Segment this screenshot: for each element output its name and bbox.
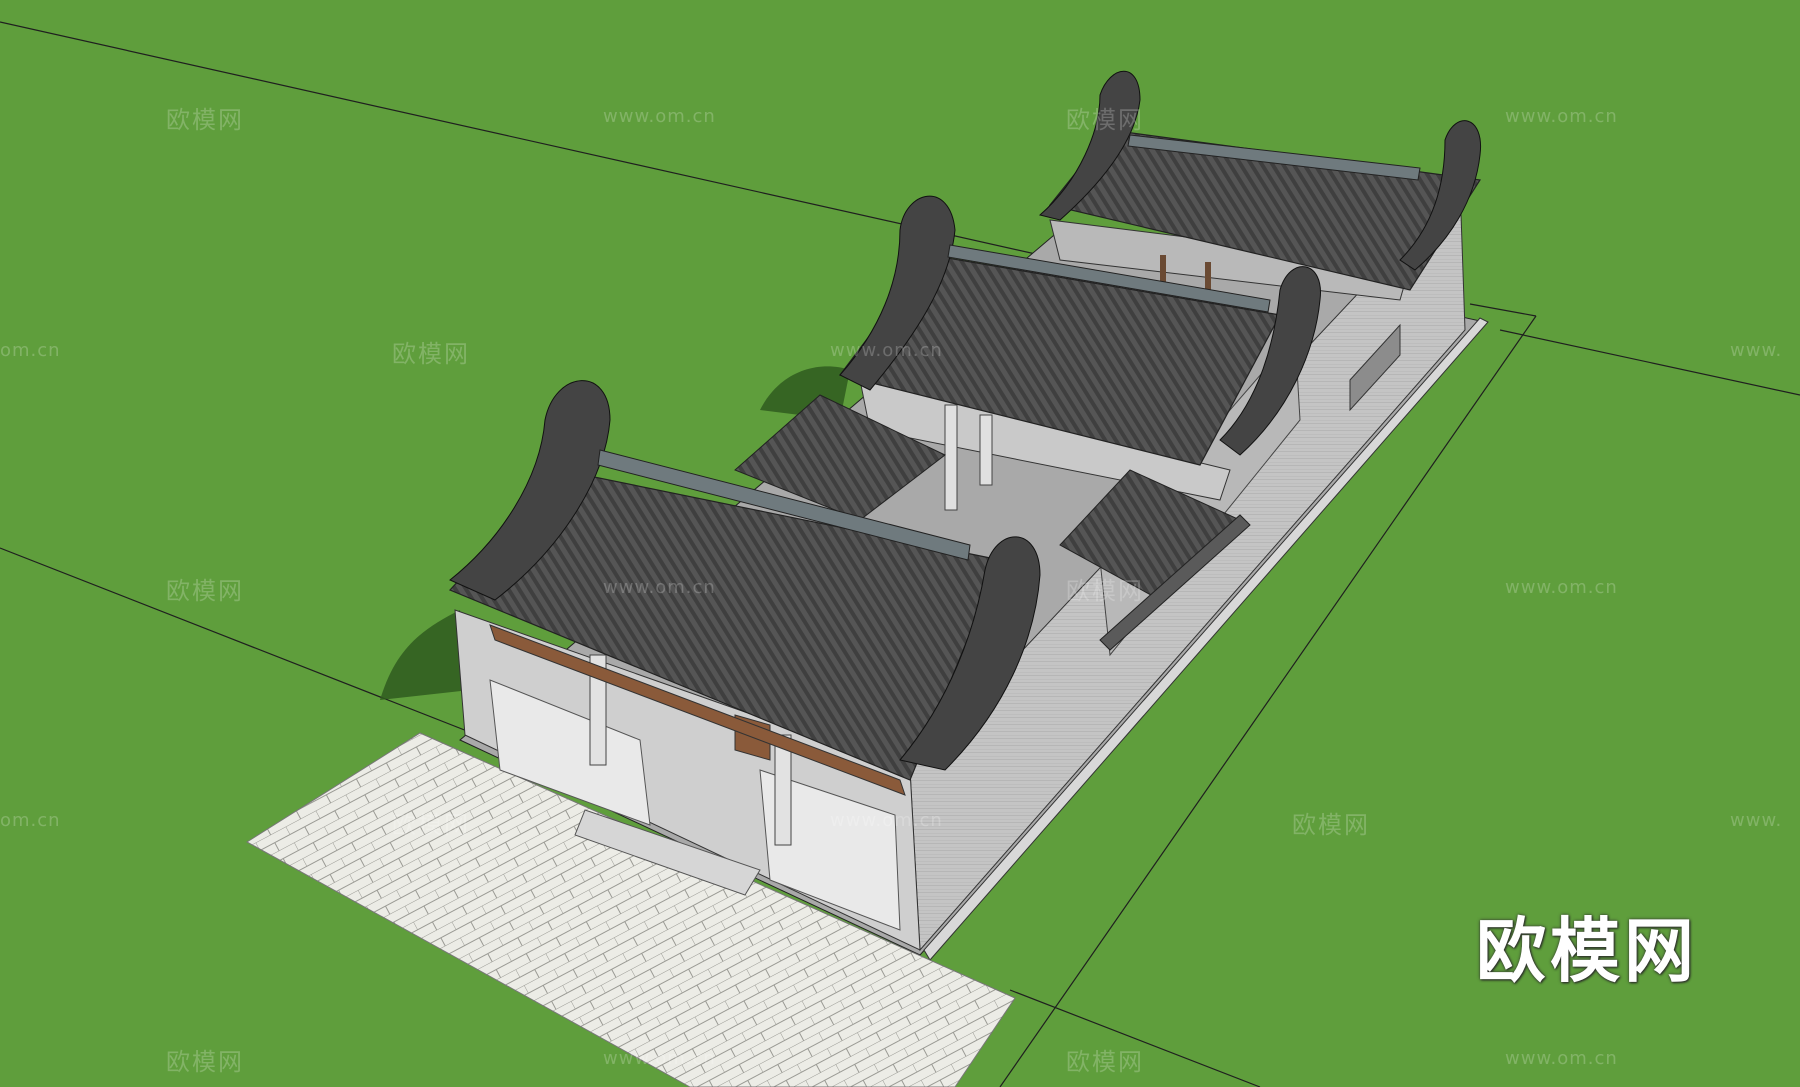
watermark-brand: 欧模网 [1066, 1048, 1144, 1076]
watermark-url: www.om.cn [603, 106, 716, 127]
watermark-url: www. [1730, 810, 1783, 831]
watermark-brand: 欧模网 [166, 1048, 244, 1076]
watermark-url: www.om.cn [603, 1048, 716, 1069]
watermark-url: om.cn [0, 340, 61, 361]
watermark-url: www.om.cn [1505, 106, 1618, 127]
watermark-url: om.cn [0, 810, 61, 831]
watermark-brand: 欧模网 [392, 811, 470, 839]
watermark-url: www.om.cn [603, 577, 716, 598]
watermark-brand: 欧模网 [392, 340, 470, 368]
watermark-brand: 欧模网 [166, 577, 244, 605]
watermark-url: www.om.cn [1505, 1048, 1618, 1069]
watermark-url: www. [1730, 340, 1783, 361]
watermark-brand: 欧模网 [1066, 106, 1144, 134]
watermark-url: www.om.cn [830, 340, 943, 361]
watermark-brand: 欧模网 [1292, 811, 1370, 839]
watermark-url: www.om.cn [830, 810, 943, 831]
brand-logo: 欧模网 [1476, 910, 1698, 992]
watermark-brand: 欧模网 [166, 106, 244, 134]
watermark-url: www.om.cn [1505, 577, 1618, 598]
watermark-brand: 欧模网 [1066, 577, 1144, 605]
model-viewport: 欧模网 www.om.cn 欧模网 www.om.cn om.cn 欧模网 ww… [0, 0, 1800, 1087]
